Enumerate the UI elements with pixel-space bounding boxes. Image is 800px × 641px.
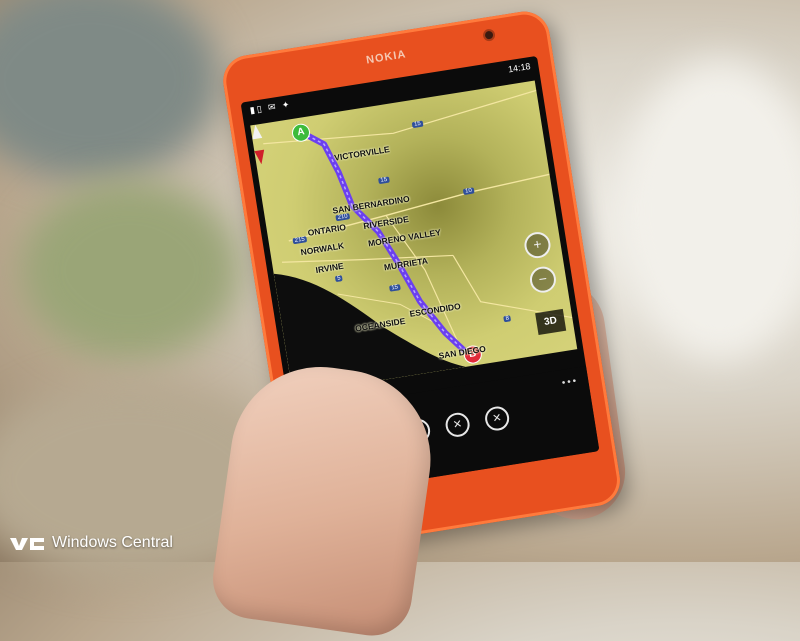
- watermark: Windows Central: [10, 534, 173, 552]
- signal-icon: ▮▯ ✉ ✦: [249, 98, 293, 116]
- watermark-text: Windows Central: [52, 534, 173, 551]
- background-car: [0, 0, 220, 180]
- background-light: [620, 60, 800, 360]
- close-button[interactable]: ✕: [483, 404, 511, 433]
- status-time: 14:18: [507, 61, 532, 75]
- hand-thumb: [207, 355, 443, 641]
- clear-route-button[interactable]: ✕: [443, 411, 472, 439]
- map-view[interactable]: A B VICTORVILLE SAN BERNARDINO ONTARIO R…: [250, 80, 578, 395]
- view-3d-button[interactable]: 3D: [535, 308, 567, 336]
- background-foliage: [20, 180, 240, 360]
- windows-central-logo-icon: [10, 538, 44, 550]
- more-options-button[interactable]: •••: [561, 375, 579, 388]
